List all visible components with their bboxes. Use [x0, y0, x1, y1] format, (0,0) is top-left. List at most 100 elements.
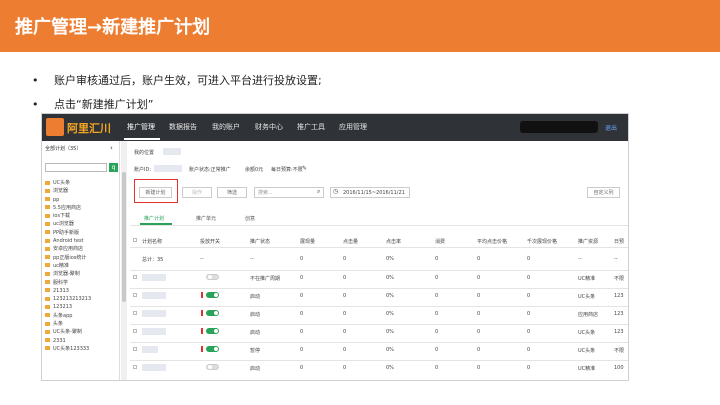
column-header[interactable]: 投放开关 — [200, 238, 220, 245]
sidebar-plan-item[interactable]: 浏览器 — [45, 187, 115, 195]
sidebar-plan-item[interactable]: 21313 — [45, 287, 115, 295]
scrollbar-thumb[interactable] — [122, 172, 126, 302]
delivery-toggle-on[interactable] — [206, 292, 219, 298]
column-header[interactable]: 点击率 — [386, 238, 401, 245]
nav-data-report[interactable]: 数据报告 — [169, 122, 197, 132]
row-checkbox[interactable] — [133, 329, 137, 333]
nav-my-account[interactable]: 我的账户 — [212, 122, 240, 132]
operate-button[interactable]: 操作 — [182, 187, 212, 198]
cell-ctr: 0% — [386, 365, 394, 371]
plan-name: 2331 — [53, 337, 66, 344]
cell-impressions: 0 — [300, 293, 304, 299]
column-header[interactable]: 平均点击价格 — [477, 238, 507, 245]
exit-link[interactable]: 退出 — [605, 123, 617, 132]
cell-clicks: 0 — [343, 311, 347, 317]
sidebar-plan-item[interactable]: 安卓应用商店 — [45, 245, 115, 253]
sidebar-plan-item[interactable]: 浏览器-聚制 — [45, 270, 115, 278]
app-screenshot: 阿里汇川 推广管理 数据报告 我的账户 财务中心 推广工具 应用管理 退出 全部… — [41, 113, 629, 381]
customize-columns-button[interactable]: 自定义列 — [587, 187, 620, 198]
folder-icon — [45, 213, 50, 218]
nav-tools[interactable]: 推广工具 — [297, 122, 325, 132]
row-checkbox[interactable] — [133, 275, 137, 279]
plan-name: 头条 — [53, 321, 64, 328]
folder-icon — [45, 321, 50, 326]
nav-promotion-management[interactable]: 推广管理 — [127, 122, 155, 132]
search-input[interactable]: 搜索... — [254, 187, 324, 198]
cell-cost: 0 — [435, 293, 439, 299]
cell-clicks: 0 — [343, 275, 347, 281]
folder-icon — [45, 313, 50, 318]
row-checkbox[interactable] — [133, 311, 137, 315]
column-header[interactable]: 推广资源 — [578, 238, 598, 245]
delivery-toggle-off[interactable] — [206, 274, 219, 280]
plan-name: pp — [53, 196, 60, 203]
select-all-checkbox[interactable] — [133, 238, 137, 242]
nav-active-indicator — [124, 138, 160, 140]
sidebar-plan-item[interactable]: pp — [45, 196, 115, 204]
tab-plans[interactable]: 推广计划 — [144, 215, 164, 222]
folder-icon — [45, 346, 50, 351]
sidebar-plan-item[interactable]: Android test — [45, 237, 115, 245]
column-header[interactable]: 日预 — [614, 238, 624, 245]
row-checkbox[interactable] — [133, 293, 137, 297]
sidebar-plan-item[interactable]: pp正版ios统计 — [45, 254, 115, 262]
all-plans-header[interactable]: 全部计划（35） — [45, 145, 81, 152]
delivery-toggle-on[interactable] — [206, 310, 219, 316]
bullet-item: • 账户审核通过后，账户生效，可进入平台进行投放设置; — [32, 72, 322, 88]
sidebar-plan-item[interactable]: UC头条 — [45, 179, 115, 187]
sidebar-plan-item[interactable]: PP助手新版 — [45, 229, 115, 237]
bullet-text: 账户审核通过后，账户生效，可进入平台进行投放设置; — [54, 74, 322, 87]
delivery-toggle-off[interactable] — [206, 364, 219, 370]
cell-cost: 0 — [435, 365, 439, 371]
edit-icon[interactable]: ✎ — [302, 165, 307, 172]
sidebar-plan-item[interactable]: UC头条123333 — [45, 345, 115, 353]
column-header[interactable]: 点击量 — [343, 238, 358, 245]
plan-list: UC头条 浏览器 pp 5.5应用商店 ios下载 uc浏览器 PP助手新版 Android … — [45, 179, 115, 353]
row-checkbox[interactable] — [133, 365, 137, 369]
sidebar-plan-item[interactable]: 头条 — [45, 320, 115, 328]
sidebar-plan-item[interactable]: uc浏览器 — [45, 220, 115, 228]
cell-daily-budget: 123 — [614, 329, 624, 335]
cell-resource: UC头条 — [578, 348, 596, 354]
sidebar-plan-item[interactable]: 123213 — [45, 303, 115, 311]
sidebar-search-input[interactable] — [45, 163, 107, 172]
sidebar-plan-item[interactable]: ios下载 — [45, 212, 115, 220]
cell-cpm: 0 — [527, 293, 531, 299]
nav-app-management[interactable]: 应用管理 — [339, 122, 367, 132]
warning-icon — [201, 346, 203, 352]
delivery-toggle-on[interactable] — [206, 328, 219, 334]
column-header[interactable]: 展现量 — [300, 238, 315, 245]
title-banner: 推广管理→新建推广计划 — [0, 0, 720, 52]
delivery-toggle-on[interactable] — [206, 346, 219, 352]
collapse-icon[interactable]: ‹ — [110, 144, 113, 152]
cell-resource: UC精准 — [578, 276, 596, 282]
sidebar-plan-item[interactable]: uc精准 — [45, 262, 115, 270]
sidebar-plan-item[interactable]: 123213213213 — [45, 295, 115, 303]
column-header[interactable]: 千次展现价格 — [527, 238, 557, 245]
sidebar-plan-item[interactable]: 服科学 — [45, 279, 115, 287]
cell-impressions: 0 — [300, 329, 304, 335]
search-icon[interactable]: q — [109, 163, 118, 172]
plan-name: PP助手新版 — [53, 229, 80, 236]
cell-cpm: 0 — [527, 275, 531, 281]
tab-units[interactable]: 推广单元 — [196, 215, 216, 222]
column-header[interactable]: 推广状态 — [250, 238, 270, 245]
sidebar-plan-item[interactable]: 头条app — [45, 312, 115, 320]
date-range-picker[interactable]: 2016/11/15~2016/11/21 — [330, 187, 410, 198]
nav-finance[interactable]: 财务中心 — [255, 122, 283, 132]
sidebar-plan-item[interactable]: UC头条-聚制 — [45, 328, 115, 336]
tab-creatives[interactable]: 创意 — [245, 215, 255, 222]
total-cell: -- — [578, 256, 582, 262]
row-checkbox[interactable] — [133, 347, 137, 351]
sidebar-plan-item[interactable]: 2331 — [45, 337, 115, 345]
cell-ctr: 0% — [386, 293, 394, 299]
column-header[interactable]: 计划名称 — [142, 238, 162, 245]
column-header[interactable]: 消费 — [435, 238, 445, 245]
sidebar-plan-item[interactable]: 5.5应用商店 — [45, 204, 115, 212]
cell-daily-budget: 不限 — [614, 276, 625, 282]
search-icon[interactable]: ⌕ — [317, 188, 320, 196]
plan-name: 21313 — [53, 287, 69, 294]
filter-button[interactable]: 筛选 — [217, 187, 247, 198]
new-plan-button[interactable]: 新建计划 — [139, 187, 172, 198]
row-divider — [130, 324, 628, 325]
